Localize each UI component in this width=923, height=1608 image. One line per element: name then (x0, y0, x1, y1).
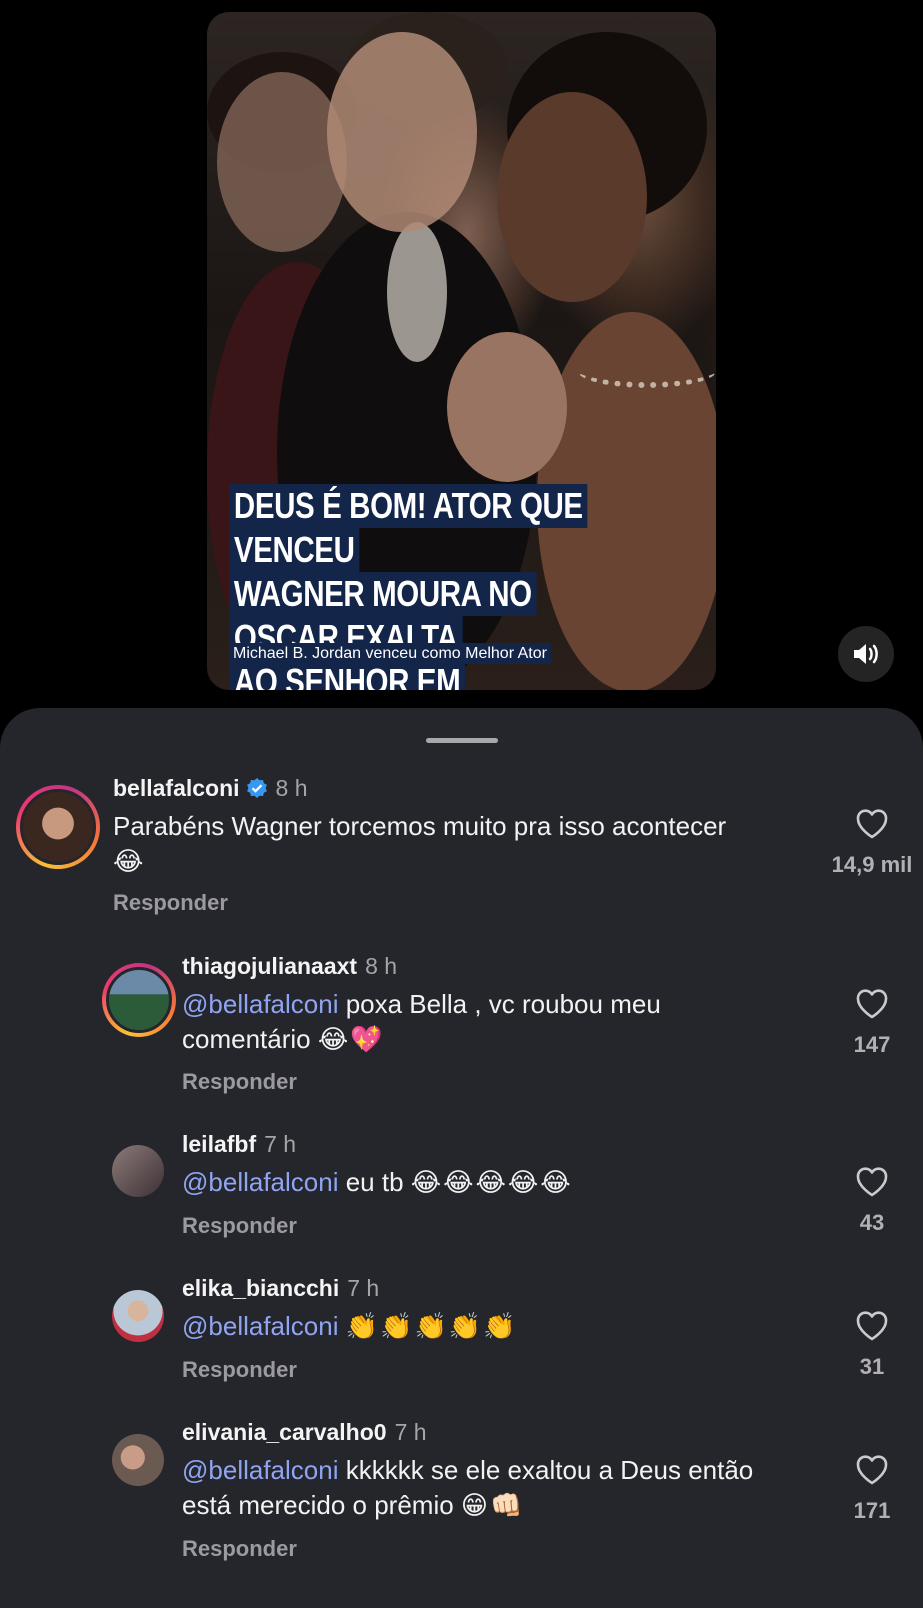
video-caption: Michael B. Jordan venceu como Melhor Ato… (229, 643, 551, 664)
comment-username[interactable]: leilafbf 7 h (182, 1131, 296, 1158)
speaker-icon (854, 644, 878, 664)
comment-time: 8 h (365, 953, 398, 979)
like-button[interactable]: 147 (822, 988, 922, 1058)
comment-username[interactable]: elika_biancchi 7 h (182, 1275, 379, 1302)
reply-button[interactable]: Responder (182, 1536, 297, 1562)
username-text[interactable]: elika_biancchi (182, 1275, 339, 1301)
username-text[interactable]: elivania_carvalho0 (182, 1419, 387, 1445)
mention-link[interactable]: @bellafalconi (182, 1455, 338, 1485)
comment-emoji: 😂😂😂😂😂 (410, 1167, 573, 1197)
like-count: 147 (853, 1032, 891, 1057)
comment-text: @bellafalconi 👏👏👏👏👏 (182, 1309, 802, 1344)
heart-icon (856, 1455, 888, 1485)
video-caption-text: Michael B. Jordan venceu como Melhor Ato… (229, 643, 551, 664)
like-count: 14,9 mil (831, 852, 913, 877)
headline-line: DEUS É BOM! ATOR QUE VENCEU (229, 484, 588, 572)
sheet-drag-handle[interactable] (426, 738, 498, 743)
video-frame-person (387, 222, 447, 362)
video-frame-necklace (577, 352, 716, 388)
comment-emoji: 👏👏👏👏👏 (345, 1311, 518, 1341)
comment-emoji: 😂 (113, 846, 146, 876)
heart-icon (856, 1311, 888, 1341)
comment-time: 7 h (347, 1275, 380, 1301)
reply-button[interactable]: Responder (182, 1069, 297, 1095)
heart-icon (856, 989, 888, 1019)
comment-username[interactable]: bellafalconi 8 h (113, 775, 308, 802)
like-button[interactable]: 31 (822, 1310, 922, 1380)
mention-link[interactable]: @bellafalconi (182, 989, 338, 1019)
video-frame-person (327, 32, 477, 232)
reply-button[interactable]: Responder (182, 1357, 297, 1383)
avatar[interactable] (112, 1145, 164, 1197)
sound-toggle-button[interactable] (838, 626, 894, 682)
comment-body: eu tb (338, 1167, 404, 1197)
reply-button[interactable]: Responder (182, 1213, 297, 1239)
heart-icon (856, 809, 888, 839)
mention-link[interactable]: @bellafalconi (182, 1311, 338, 1341)
reply-button[interactable]: Responder (113, 890, 228, 916)
comment-username[interactable]: thiagojulianaaxt 8 h (182, 953, 397, 980)
comment-time: 8 h (275, 775, 308, 801)
comment-time: 7 h (394, 1419, 427, 1445)
comment-time: 7 h (264, 1131, 297, 1157)
video-frame-hands (447, 332, 567, 482)
comment-text: Parabéns Wagner torcemos muito pra isso … (113, 809, 733, 879)
verified-badge-icon (246, 778, 267, 798)
username-text[interactable]: thiagojulianaaxt (182, 953, 357, 979)
comment-emoji: 😂💖 (317, 1024, 385, 1054)
headline-line: AO SENHOR EM DISCURSO (229, 660, 466, 690)
comments-sheet: bellafalconi 8 h Parabéns Wagner torcemos… (0, 708, 923, 1608)
like-button[interactable]: 171 (822, 1454, 922, 1524)
video-player[interactable]: DEUS É BOM! ATOR QUE VENCEU WAGNER MOURA… (207, 12, 716, 690)
heart-icon (856, 1167, 888, 1197)
like-button[interactable]: 14,9 mil (822, 808, 922, 878)
like-count: 31 (859, 1354, 885, 1379)
comment-text: @bellafalconi kkkkkk se ele exaltou a De… (182, 1453, 782, 1523)
comment-emoji: 😁👊🏻 (460, 1490, 525, 1520)
avatar[interactable] (112, 1434, 164, 1486)
video-frame-person (497, 92, 647, 302)
like-button[interactable]: 43 (822, 1166, 922, 1236)
username-text[interactable]: bellafalconi (113, 775, 240, 801)
video-frame-person (217, 72, 347, 252)
like-count: 171 (853, 1498, 891, 1523)
mention-link[interactable]: @bellafalconi (182, 1167, 338, 1197)
like-count: 43 (859, 1210, 885, 1235)
comment-username[interactable]: elivania_carvalho0 7 h (182, 1419, 427, 1446)
username-text[interactable]: leilafbf (182, 1131, 256, 1157)
avatar[interactable] (102, 963, 176, 1037)
comment-text: @bellafalconi eu tb 😂😂😂😂😂 (182, 1165, 802, 1200)
comment-text: @bellafalconi poxa Bella , vc roubou meu… (182, 987, 782, 1057)
avatar[interactable] (112, 1290, 164, 1342)
comment-body: Parabéns Wagner torcemos muito pra isso … (113, 811, 727, 841)
avatar[interactable] (16, 785, 100, 869)
